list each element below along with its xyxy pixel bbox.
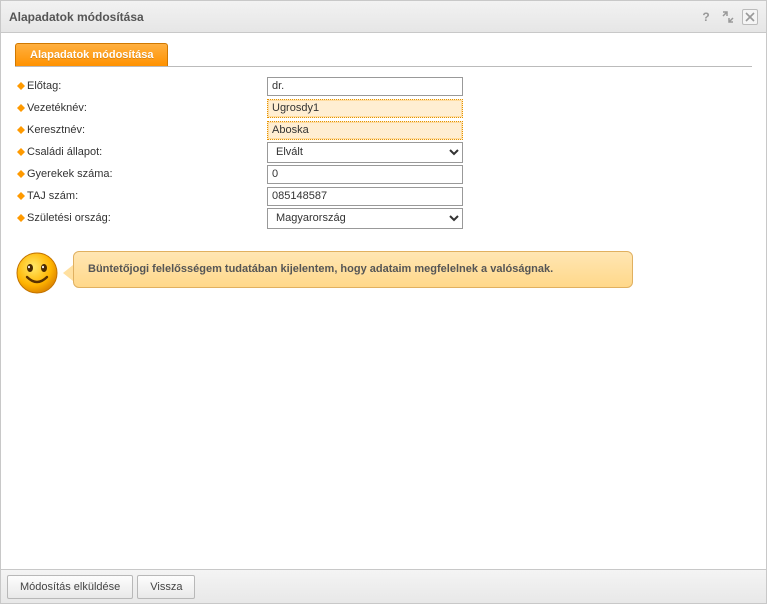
diamond-icon: [15, 192, 27, 200]
diamond-icon: [15, 148, 27, 156]
smiley-icon: [15, 251, 59, 295]
maximize-icon[interactable]: [720, 9, 736, 25]
window-title: Alapadatok módosítása: [9, 10, 698, 24]
submit-button[interactable]: Módosítás elküldése: [7, 575, 133, 599]
tab-bar: Alapadatok módosítása: [15, 43, 752, 67]
input-firstname[interactable]: [267, 121, 463, 140]
select-birth-country[interactable]: Magyarország: [267, 208, 463, 229]
row-marital: Családi állapot: Elvált: [15, 141, 752, 163]
form: Előtag: Vezetéknév: Keresztnév: Családi …: [15, 75, 752, 229]
titlebar: Alapadatok módosítása ?: [1, 1, 766, 33]
footer: Módosítás elküldése Vissza: [1, 569, 766, 603]
tab-basic-data[interactable]: Alapadatok módosítása: [15, 43, 168, 66]
input-lastname[interactable]: [267, 99, 463, 118]
dialog-window: Alapadatok módosítása ? Alapadatok módos…: [0, 0, 767, 604]
label-prefix: Előtag:: [27, 80, 267, 92]
label-firstname: Keresztnév:: [27, 124, 267, 136]
diamond-icon: [15, 170, 27, 178]
input-prefix[interactable]: [267, 77, 463, 96]
row-children: Gyerekek száma:: [15, 163, 752, 185]
label-marital: Családi állapot:: [27, 146, 267, 158]
row-firstname: Keresztnév:: [15, 119, 752, 141]
row-birth-country: Születési ország: Magyarország: [15, 207, 752, 229]
declaration-callout: Büntetőjogi felelősségem tudatában kijel…: [15, 251, 752, 295]
row-prefix: Előtag:: [15, 75, 752, 97]
declaration-text: Büntetőjogi felelősségem tudatában kijel…: [73, 251, 633, 288]
diamond-icon: [15, 104, 27, 112]
help-icon[interactable]: ?: [698, 9, 714, 25]
label-children: Gyerekek száma:: [27, 168, 267, 180]
diamond-icon: [15, 214, 27, 222]
label-lastname: Vezetéknév:: [27, 102, 267, 114]
row-taj: TAJ szám:: [15, 185, 752, 207]
content-area: Alapadatok módosítása Előtag: Vezetéknév…: [1, 33, 766, 569]
titlebar-controls: ?: [698, 9, 758, 25]
label-birth-country: Születési ország:: [27, 212, 267, 224]
row-lastname: Vezetéknév:: [15, 97, 752, 119]
label-taj: TAJ szám:: [27, 190, 267, 202]
back-button[interactable]: Vissza: [137, 575, 195, 599]
bubble-tail: [63, 265, 73, 281]
close-icon[interactable]: [742, 9, 758, 25]
input-taj[interactable]: [267, 187, 463, 206]
diamond-icon: [15, 82, 27, 90]
input-children[interactable]: [267, 165, 463, 184]
select-marital[interactable]: Elvált: [267, 142, 463, 163]
diamond-icon: [15, 126, 27, 134]
